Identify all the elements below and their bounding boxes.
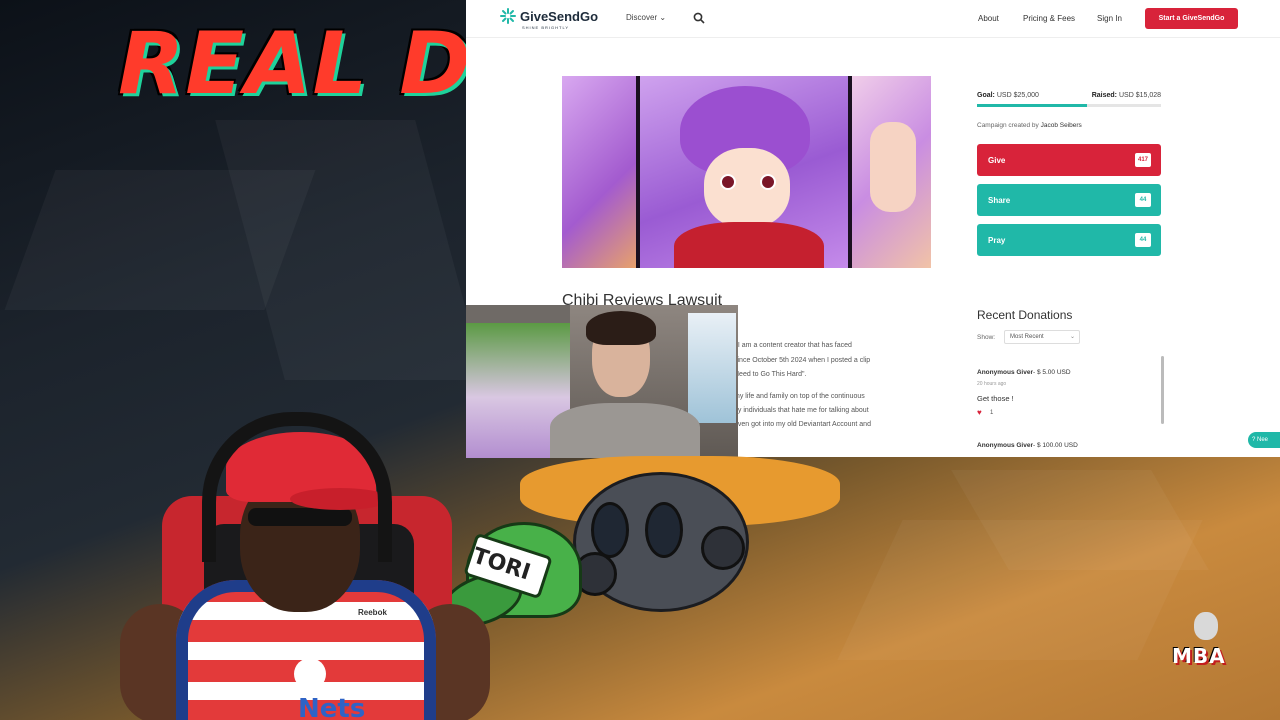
raised-stat: Raised: USD $15,028 <box>1092 92 1161 99</box>
help-icon: ? <box>1252 437 1256 443</box>
creator-prefix: Campaign created by <box>977 122 1039 129</box>
jersey-text: Nets <box>298 694 366 720</box>
help-chat-label: Nee <box>1257 437 1269 443</box>
donation-item-header: Anonymous Giver- $ 5.00 USD <box>977 369 1071 376</box>
nav-discover-dropdown[interactable]: Discover ⌄ <box>626 13 666 22</box>
raised-label: Raised: <box>1091 92 1118 99</box>
campaign-hero-image <box>562 76 931 268</box>
nav-pricing-link[interactable]: Pricing & Fees <box>1023 14 1075 23</box>
donation-message: Get those ! <box>977 394 1014 403</box>
donation-sort-select[interactable]: Most Recent ⌄ <box>1004 330 1080 344</box>
gas-mask-illustration <box>573 456 755 616</box>
show-label: Show: <box>977 334 996 341</box>
pray-button[interactable]: Pray 44 <box>977 224 1161 256</box>
fundraising-progress-fill <box>977 104 1088 107</box>
pray-button-label: Pray <box>988 236 1006 245</box>
jersey-brand: Reebok <box>358 608 387 617</box>
watermark-text: MBA <box>1172 644 1226 668</box>
site-logo-tagline: SHINE BRIGHTLY <box>522 25 570 30</box>
nav-signin-link[interactable]: Sign In <box>1097 14 1122 23</box>
share-button-label: Share <box>988 196 1011 205</box>
share-button[interactable]: Share 44 <box>977 184 1161 216</box>
channel-watermark-logo: MBA <box>1168 612 1244 682</box>
donation-item-header: Anonymous Giver- $ 100.00 USD <box>977 442 1078 449</box>
recent-donations-heading: Recent Donations <box>977 308 1073 322</box>
description-line: since October 5th 2024 when I posted a c… <box>734 357 871 364</box>
fundraising-progress-bar <box>977 104 1161 107</box>
give-button[interactable]: Give 417 <box>977 144 1161 176</box>
description-line: my life and family on top of the continu… <box>734 393 865 400</box>
goal-value: USD $25,000 <box>996 92 1039 99</box>
donation-like-count: 1 <box>990 410 994 416</box>
campaign-creator: Campaign created by Jacob Seibers <box>977 122 1082 129</box>
description-line: even got into my old Deviantart Account … <box>734 421 871 428</box>
sunburst-icon <box>500 8 516 24</box>
start-campaign-button[interactable]: Start a GiveSendGo <box>1145 8 1238 29</box>
description-line: by individuals that hate me for talking … <box>734 407 869 414</box>
headset-icon <box>202 412 392 562</box>
donation-time: 20 hours ago <box>977 381 1007 387</box>
donation-giver: Anonymous Giver <box>977 442 1033 449</box>
donation-amount: - $ 100.00 USD <box>1032 442 1078 449</box>
goal-stat: Goal: USD $25,000 <box>977 92 1039 99</box>
site-navbar: GiveSendGo SHINE BRIGHTLY Discover ⌄ Abo… <box>466 0 1280 38</box>
goal-label: Goal: <box>977 92 995 99</box>
creator-webcam-inset <box>466 305 738 458</box>
share-count-badge: 44 <box>1135 193 1151 207</box>
donation-giver: Anonymous Giver <box>977 369 1033 376</box>
nav-discover-label: Discover <box>626 13 658 22</box>
donations-scrollbar[interactable] <box>1161 356 1164 424</box>
chevron-down-icon: ⌄ <box>1069 334 1075 340</box>
site-logo-name: GiveSendGo <box>520 8 599 24</box>
chevron-down-icon: ⌄ <box>659 13 667 22</box>
description-line: . I am a content creator that has faced <box>734 342 852 349</box>
site-logo[interactable]: GiveSendGo SHINE BRIGHTLY <box>500 8 599 30</box>
description-line: Need to Go This Hard". <box>734 371 807 378</box>
donation-amount: - $ 5.00 USD <box>1032 369 1071 376</box>
give-button-label: Give <box>988 156 1006 165</box>
give-count-badge: 417 <box>1135 153 1151 167</box>
pray-count-badge: 44 <box>1135 233 1151 247</box>
donation-sort-value: Most Recent <box>1010 334 1044 340</box>
nav-about-link[interactable]: About <box>978 14 999 23</box>
streamer-webcam: Nets Reebok <box>100 404 500 720</box>
search-icon[interactable] <box>693 11 705 24</box>
heart-icon[interactable]: ♥ <box>977 408 982 417</box>
creator-name[interactable]: Jacob Seibers <box>1041 122 1082 129</box>
help-chat-button[interactable]: ? Nee <box>1248 432 1280 448</box>
raised-value: USD $15,028 <box>1118 92 1161 99</box>
